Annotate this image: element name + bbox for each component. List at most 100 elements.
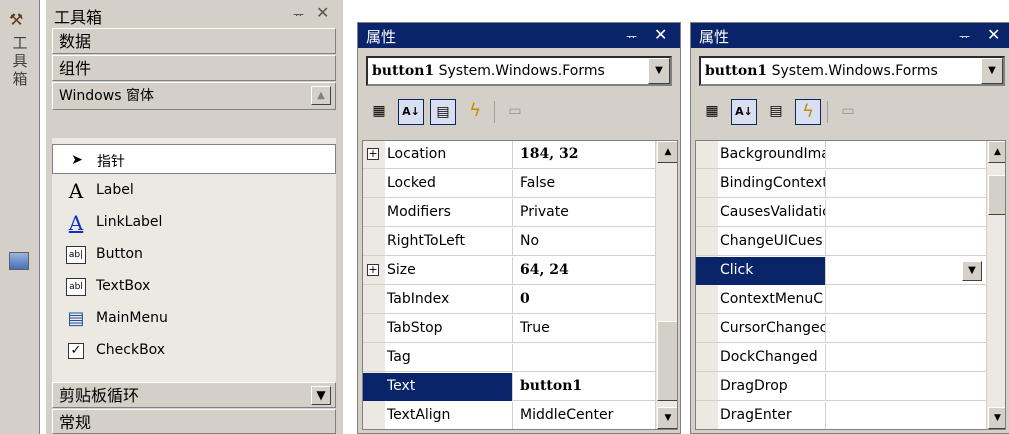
event-row-selected[interactable]: Click ▼ [696,257,986,285]
pointer-arrow-icon: ➤ [71,152,83,168]
events-icon[interactable]: ϟ [795,99,821,125]
toolbox-tab-clipboard-ring[interactable]: 剪贴板循环 ▼ [52,382,336,408]
object-selector[interactable]: button1 System.Windows.Forms ▼ [699,56,1005,86]
property-value[interactable] [514,344,655,372]
event-handler[interactable] [827,228,986,256]
event-row[interactable]: BindingContext [696,170,986,198]
pin-icon[interactable]: ᅲ [293,6,304,23]
property-row-selected[interactable]: Text button1 [363,373,655,401]
event-name: BindingContext [696,170,826,198]
event-handler[interactable] [827,373,986,401]
toolbox-item-textbox[interactable]: abl TextBox [52,272,336,302]
toolbox-item-button[interactable]: ab| Button [52,240,336,270]
event-row[interactable]: BackgroundIma [696,141,986,169]
chevron-down-icon[interactable]: ▼ [648,58,670,84]
toolbox-item-label-control[interactable]: A Label [52,176,336,206]
vertical-tab-char: 具 [12,52,28,70]
property-name: TabIndex [363,286,513,314]
toolbox-tab-windows-forms[interactable]: Windows 窗体 ▲ [52,82,336,110]
grid-scrollbar[interactable]: ▲ ▼ [655,141,677,429]
pin-icon[interactable]: ᅲ [959,28,970,45]
property-name: Locked [363,170,513,198]
scroll-up-icon[interactable]: ▲ [311,86,331,105]
event-row[interactable]: DragEnter [696,402,986,429]
event-name: ContextMenuC [696,286,826,314]
property-row[interactable]: Locked False [363,170,655,198]
toolbox-item-linklabel[interactable]: A LinkLabel [52,208,336,238]
event-row[interactable]: DragDrop [696,373,986,401]
property-row[interactable]: TabIndex 0 [363,286,655,314]
property-row[interactable]: Location + 184, 32 [363,141,655,169]
object-name: button1 [705,63,768,79]
properties-icon[interactable]: ▤ [430,99,456,125]
event-handler[interactable] [827,286,986,314]
property-value[interactable]: 0 [514,286,655,314]
chevron-down-icon[interactable]: ▼ [981,58,1003,84]
event-handler[interactable] [827,315,986,343]
property-pages-icon[interactable]: ▭ [835,99,861,125]
event-row[interactable]: CursorChangec [696,315,986,343]
alphabetical-icon[interactable]: A↓ [398,99,424,125]
property-row[interactable]: TextAlign MiddleCenter [363,402,655,429]
property-row[interactable]: Tag [363,344,655,372]
properties-window-events: 属性 ᅲ ✕ button1 System.Windows.Forms ▼ ▦ … [690,22,1009,434]
event-handler[interactable] [827,402,986,429]
toolbox-item-label: TextBox [96,278,151,294]
toolbox-item-mainmenu[interactable]: ▤ MainMenu [52,304,336,334]
property-row[interactable]: RightToLeft No [363,228,655,256]
expand-icon[interactable]: + [367,148,379,160]
property-value[interactable]: MiddleCenter [514,402,655,429]
object-selector[interactable]: button1 System.Windows.Forms ▼ [366,56,672,86]
event-row[interactable]: ChangeUICues [696,228,986,256]
toolbox-item-pointer[interactable]: ➤ 指针 [52,144,336,174]
event-row[interactable]: DockChanged [696,344,986,372]
property-name: Text [363,373,513,401]
pin-icon[interactable]: ᅲ [626,28,637,45]
scroll-down-icon[interactable]: ▼ [657,407,677,429]
property-pages-icon[interactable]: ▭ [502,99,528,125]
toolbox-autohide-strip[interactable]: ⚒ 工 具 箱 [0,0,40,434]
toolbox-tab-data[interactable]: 数据 [52,28,336,54]
event-name: Click [696,257,826,285]
server-explorer-icon[interactable] [9,252,29,270]
property-value[interactable]: 64, 24 [514,257,655,285]
property-value[interactable]: 184, 32 [514,141,655,169]
event-handler[interactable] [827,344,986,372]
grid-scrollbar[interactable]: ▲ ▼ [986,141,1005,429]
toolbox-tab-general[interactable]: 常规 [52,409,336,434]
event-handler[interactable] [827,199,986,227]
scroll-down-icon[interactable]: ▼ [988,407,1005,429]
toolbox-tab-components[interactable]: 组件 [52,55,336,81]
event-row[interactable]: CausesValidatic [696,199,986,227]
toolbox-vertical-tab[interactable]: 工 具 箱 [11,34,29,88]
property-row[interactable]: TabStop True [363,315,655,343]
close-icon[interactable]: ✕ [316,3,329,22]
scroll-thumb[interactable] [657,321,677,401]
toolbox-title: 工具箱 [54,8,103,27]
chevron-down-icon[interactable]: ▼ [962,261,982,281]
scroll-up-icon[interactable]: ▲ [657,141,677,163]
property-value[interactable]: True [514,315,655,343]
close-icon[interactable]: ✕ [987,25,1000,44]
scroll-up-icon[interactable]: ▲ [988,141,1005,163]
event-handler[interactable] [827,170,986,198]
events-icon[interactable]: ϟ [462,99,488,125]
close-icon[interactable]: ✕ [654,25,667,44]
property-row[interactable]: Modifiers Private [363,199,655,227]
property-value[interactable]: No [514,228,655,256]
event-handler[interactable] [827,141,986,169]
property-value[interactable]: Private [514,199,655,227]
categorized-icon[interactable]: ▦ [366,99,392,125]
scroll-down-icon[interactable]: ▼ [311,386,331,405]
properties-icon[interactable]: ▤ [763,99,789,125]
property-value[interactable]: button1 [514,373,655,401]
property-value[interactable]: False [514,170,655,198]
vertical-tab-char: 箱 [12,70,28,88]
toolbox-item-checkbox[interactable]: ✓ CheckBox [52,336,336,366]
scroll-thumb[interactable] [988,175,1005,215]
expand-icon[interactable]: + [367,264,379,276]
event-row[interactable]: ContextMenuC [696,286,986,314]
categorized-icon[interactable]: ▦ [699,99,725,125]
alphabetical-icon[interactable]: A↓ [731,99,757,125]
property-row[interactable]: Size + 64, 24 [363,257,655,285]
